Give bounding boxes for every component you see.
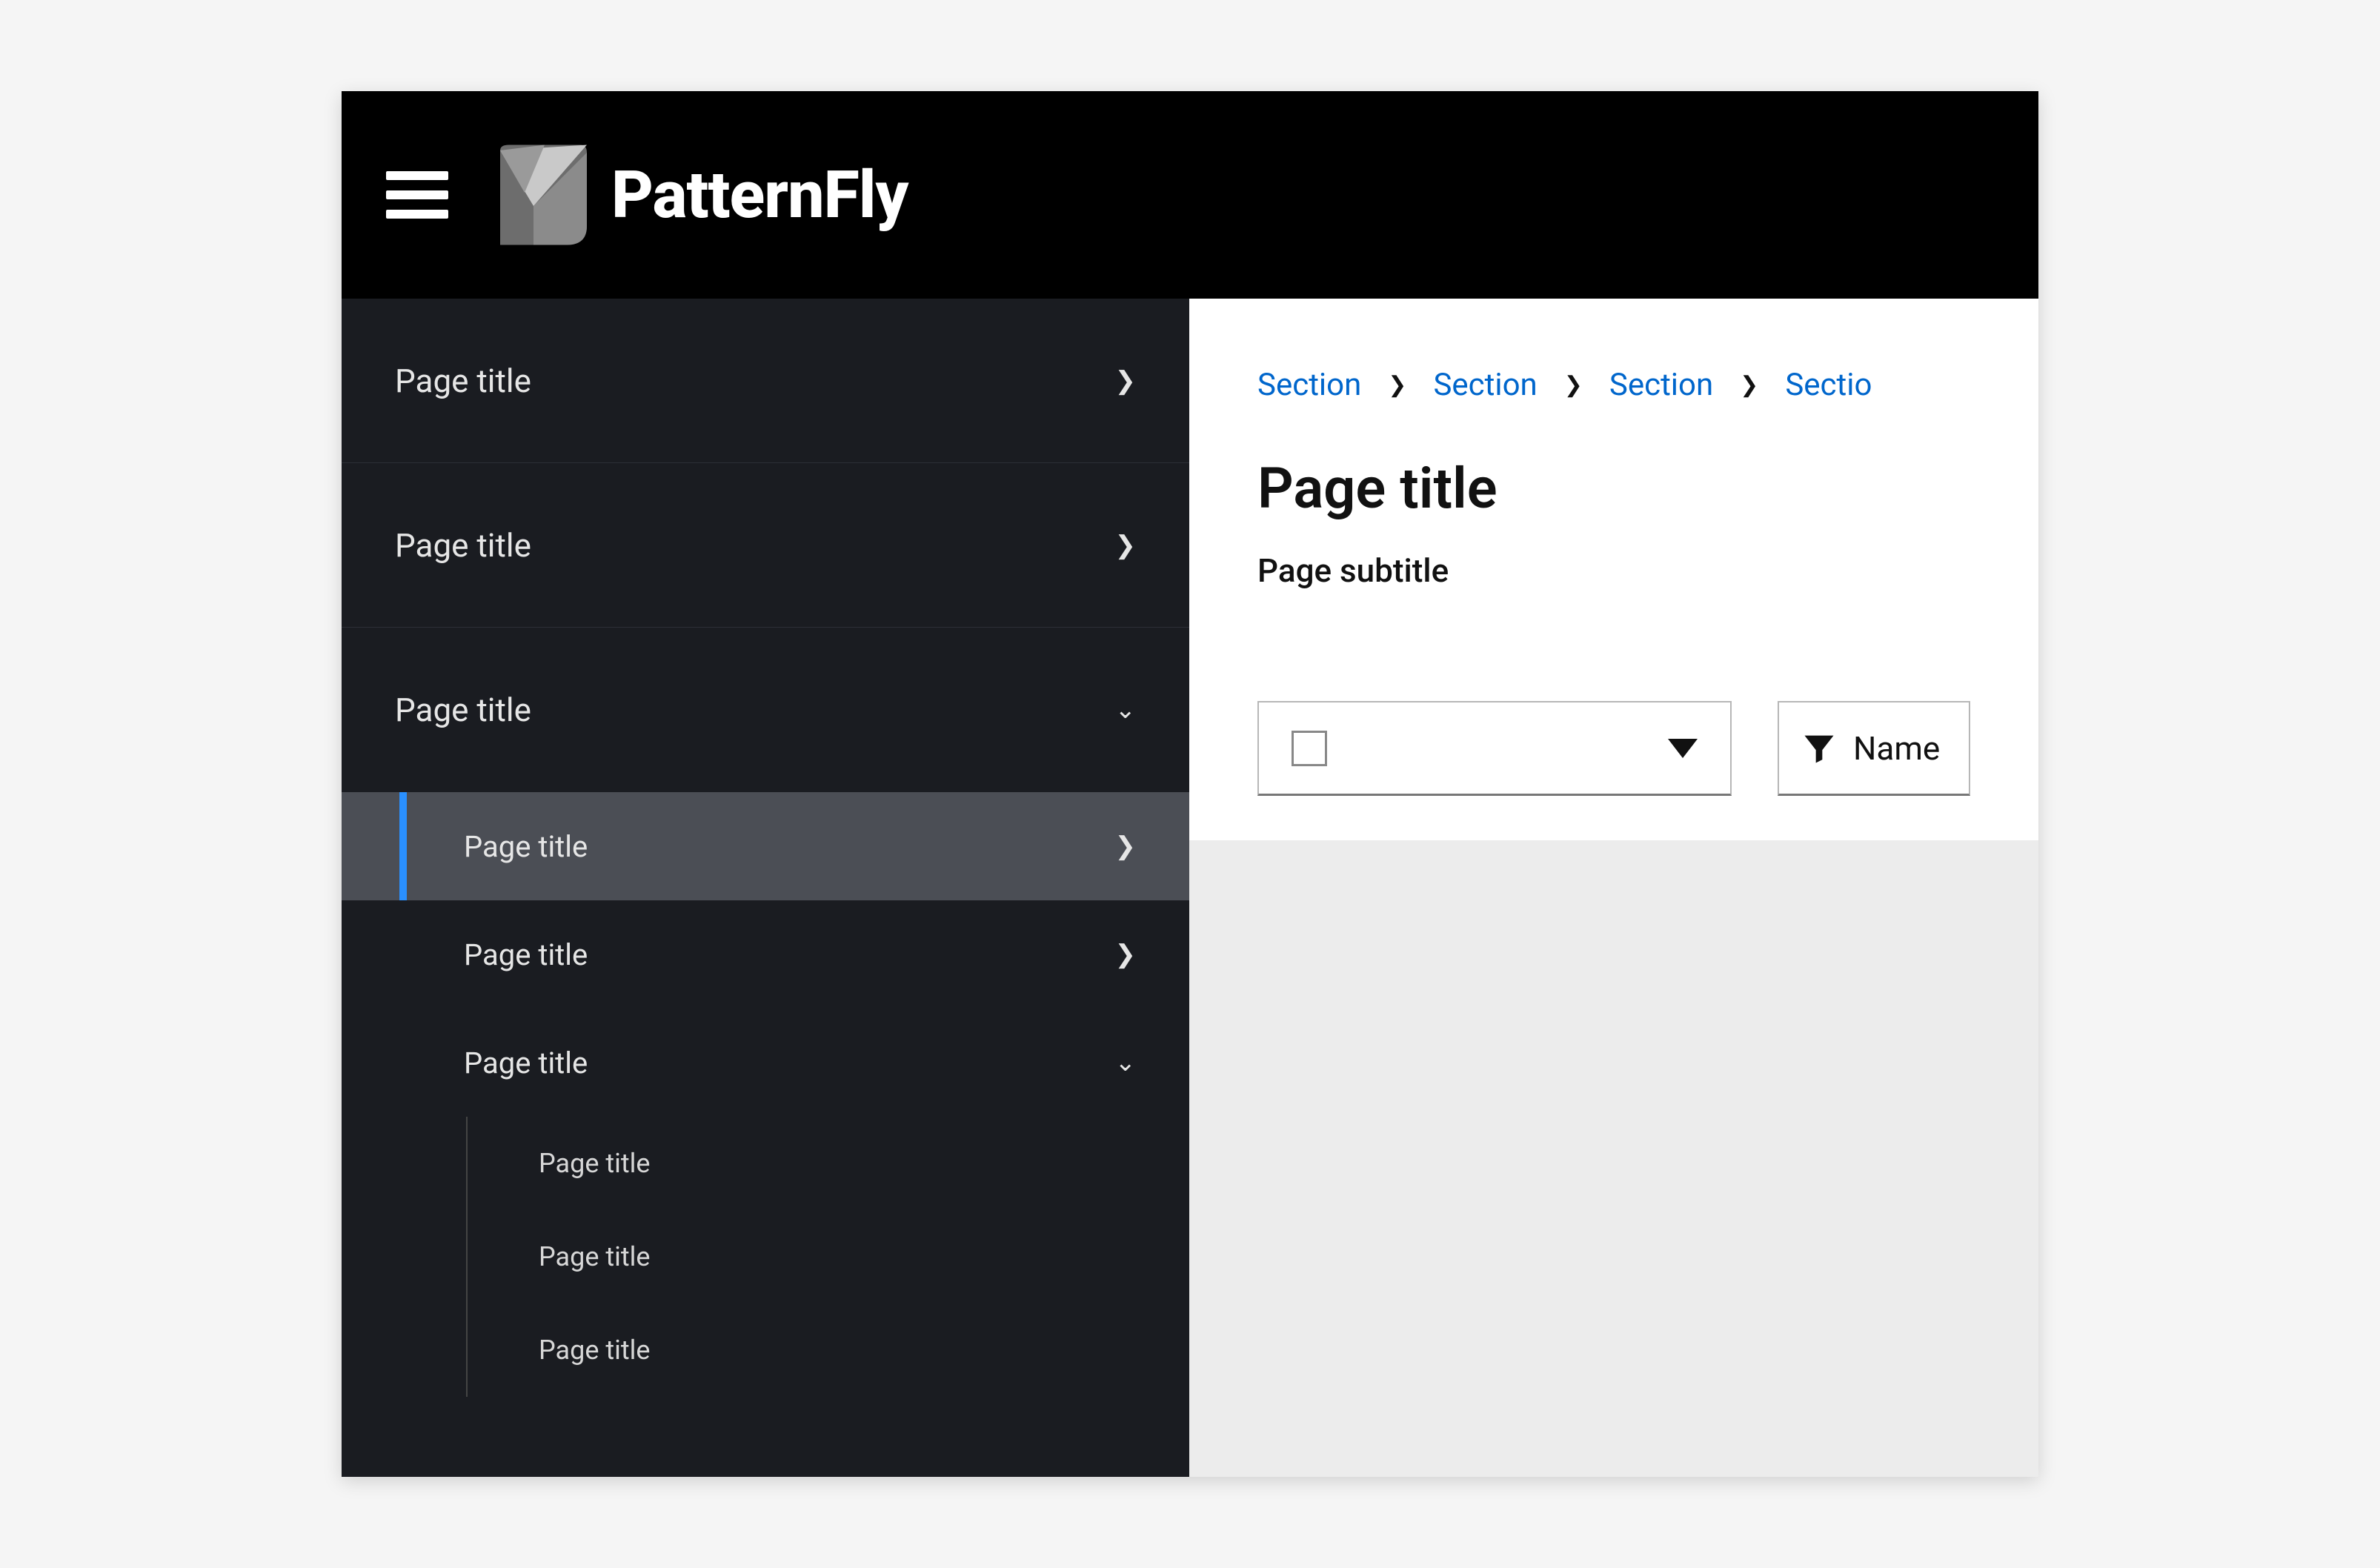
chevron-down-icon: ⌄ xyxy=(1115,1050,1137,1075)
sidebar-sub-label: Page title xyxy=(464,829,588,864)
page-title: Page title xyxy=(1189,403,2038,522)
sidebar-sub-group: Page title ❯ Page title ❯ Page title ⌄ P… xyxy=(342,792,1189,1397)
breadcrumb-link-1[interactable]: Section xyxy=(1433,367,1537,403)
sidebar-subsub-label: Page title xyxy=(539,1241,651,1272)
chevron-right-icon: ❯ xyxy=(1115,368,1137,393)
sidebar-item-0[interactable]: Page title ❯ xyxy=(342,299,1189,463)
toolbar: Name xyxy=(1189,701,2038,796)
brand-block: PatternFly xyxy=(478,139,908,250)
sidebar-subsub-group: Page title Page title Page title xyxy=(466,1117,1189,1397)
app-frame: PatternFly Page title ❯ Page title ❯ Pag… xyxy=(342,91,2038,1477)
content-area xyxy=(1189,840,2038,1477)
sidebar-item-label: Page title xyxy=(395,691,531,729)
sidebar-sub-label: Page title xyxy=(464,1046,588,1080)
chevron-right-icon: ❯ xyxy=(1115,834,1137,859)
sidebar-subsub-2[interactable]: Page title xyxy=(468,1303,1189,1397)
sidebar-sub-1[interactable]: Page title ❯ xyxy=(342,900,1189,1009)
chevron-right-icon: ❯ xyxy=(1115,533,1137,558)
filter-icon xyxy=(1800,729,1838,768)
breadcrumb-link-3[interactable]: Sectio xyxy=(1785,367,1872,403)
sidebar-subsub-1[interactable]: Page title xyxy=(468,1210,1189,1303)
sidebar: Page title ❯ Page title ❯ Page title ⌄ P… xyxy=(342,299,1189,1477)
chevron-right-icon: ❯ xyxy=(1740,372,1758,398)
sidebar-item-1[interactable]: Page title ❯ xyxy=(342,463,1189,628)
sidebar-item-2-expanded[interactable]: Page title ⌄ xyxy=(342,628,1189,792)
chevron-right-icon: ❯ xyxy=(1388,372,1406,398)
brand-name: PatternFly xyxy=(611,157,908,233)
main-content: Section ❯ Section ❯ Section ❯ Sectio Pag… xyxy=(1189,299,2038,1477)
breadcrumb-link-0[interactable]: Section xyxy=(1257,367,1361,403)
chevron-right-icon: ❯ xyxy=(1115,942,1137,967)
hamburger-icon[interactable] xyxy=(386,171,448,219)
breadcrumb-link-2[interactable]: Section xyxy=(1609,367,1713,403)
bulk-select-dropdown[interactable] xyxy=(1257,701,1732,796)
chevron-down-icon: ⌄ xyxy=(1115,697,1137,722)
sidebar-subsub-label: Page title xyxy=(539,1148,651,1179)
filter-label: Name xyxy=(1853,729,1940,768)
body-row: Page title ❯ Page title ❯ Page title ⌄ P… xyxy=(342,299,2038,1477)
filter-dropdown[interactable]: Name xyxy=(1778,701,1970,796)
checkbox-icon[interactable] xyxy=(1292,731,1327,766)
sidebar-subsub-0[interactable]: Page title xyxy=(468,1117,1189,1210)
caret-down-icon xyxy=(1668,739,1698,758)
breadcrumb: Section ❯ Section ❯ Section ❯ Sectio xyxy=(1189,299,2038,403)
sidebar-subsub-label: Page title xyxy=(539,1335,651,1366)
sidebar-sub-label: Page title xyxy=(464,937,588,972)
sidebar-item-label: Page title xyxy=(395,526,531,565)
sidebar-sub-0-active[interactable]: Page title ❯ xyxy=(342,792,1189,900)
masthead: PatternFly xyxy=(342,91,2038,299)
sidebar-sub-2-expanded[interactable]: Page title ⌄ xyxy=(342,1009,1189,1117)
chevron-right-icon: ❯ xyxy=(1564,372,1583,398)
logo-icon xyxy=(478,139,589,250)
page-subtitle: Page subtitle xyxy=(1189,522,2038,590)
sidebar-item-label: Page title xyxy=(395,362,531,400)
